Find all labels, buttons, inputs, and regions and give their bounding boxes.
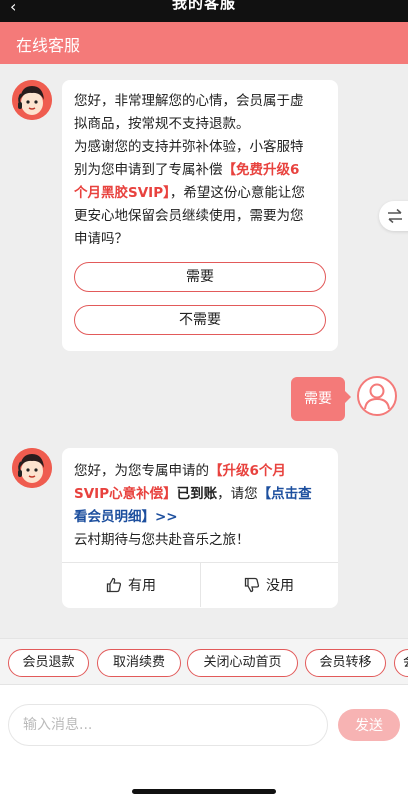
message-line: 为感谢您的支持并弥补体验，小客服特 [74,139,304,155]
agent-message-bubble: 您好，为您专属申请的【升级6个月 SVIP心意补偿】已到账，请您【点击查 看会员… [62,448,338,608]
home-indicator [132,789,276,794]
quick-reply-bar: 会员退款 取消续费 关闭心动首页 会员转移 会 [0,638,408,684]
compensation-highlight: 【升级6个月 [209,463,286,479]
message-line: 申请吗？ [74,231,128,247]
page-title: 在线客服 [16,36,81,55]
useless-label: 没用 [266,578,294,594]
option-no-need-button[interactable]: 不需要 [74,305,326,335]
quick-reply-chip[interactable]: 会员转移 [305,649,386,677]
message-line: 拟商品，按常规不支持退款。 [74,116,250,132]
arrived-text: 已到账 [176,486,218,502]
useful-label: 有用 [128,578,156,594]
quick-reply-chip[interactable]: 会 [394,649,408,677]
quick-reply-chip[interactable]: 取消续费 [97,649,181,677]
quick-reply-chip[interactable]: 关闭心动首页 [187,649,298,677]
useful-button[interactable]: 有用 [62,563,200,607]
compensation-highlight: SVIP心意补偿】 [74,486,177,502]
send-button[interactable]: 发送 [338,709,400,741]
status-bar-title: 我的客服 [171,0,236,12]
feedback-bar: 有用 没用 [62,562,338,607]
user-message-bubble: 需要 [291,377,351,421]
compensation-highlight: 【免费升级6 [222,162,300,178]
message-line: ，请您 [217,486,258,502]
quick-reply-chip[interactable]: 会员退款 [8,649,89,677]
message-line: 更安心地保留会员继续使用，需要为您 [74,208,304,224]
message-line: 别为您申请到了专属补偿 [74,162,223,178]
chat-area[interactable]: 您好，非常理解您的心情，会员属于虚 拟商品，按常规不支持退款。 为感谢您的支持并… [0,64,408,638]
message-line: 您好，非常理解您的心情，会员属于虚 [74,93,304,109]
agent-avatar-icon [12,80,52,120]
message-input[interactable] [8,704,328,746]
agent-message-bubble: 您好，非常理解您的心情，会员属于虚 拟商品，按常规不支持退款。 为感谢您的支持并… [62,80,338,351]
member-detail-link[interactable]: 【点击查 [258,486,312,502]
member-detail-link[interactable]: 看会员明细】>> [74,509,178,525]
agent-avatar-icon [12,448,52,488]
input-bar: 发送 [0,684,408,800]
option-need-button[interactable]: 需要 [74,262,326,292]
message-line: 您好，为您专属申请的 [74,463,209,479]
useless-button[interactable]: 没用 [200,563,338,607]
message-line: 云村期待与您共赴音乐之旅！ [74,532,250,548]
compensation-highlight: 个月黑胶SVIP】 [74,185,170,201]
thumbs-up-icon [106,577,122,593]
swap-arrows-icon [388,208,402,224]
page-header: 在线客服 [0,22,408,64]
message-line: ，希望这份心意能让您 [169,185,305,201]
user-avatar-icon [357,376,397,416]
swap-tab[interactable] [379,201,408,231]
thumbs-down-icon [244,577,260,593]
status-bar: ‹ 我的客服 [0,0,408,22]
